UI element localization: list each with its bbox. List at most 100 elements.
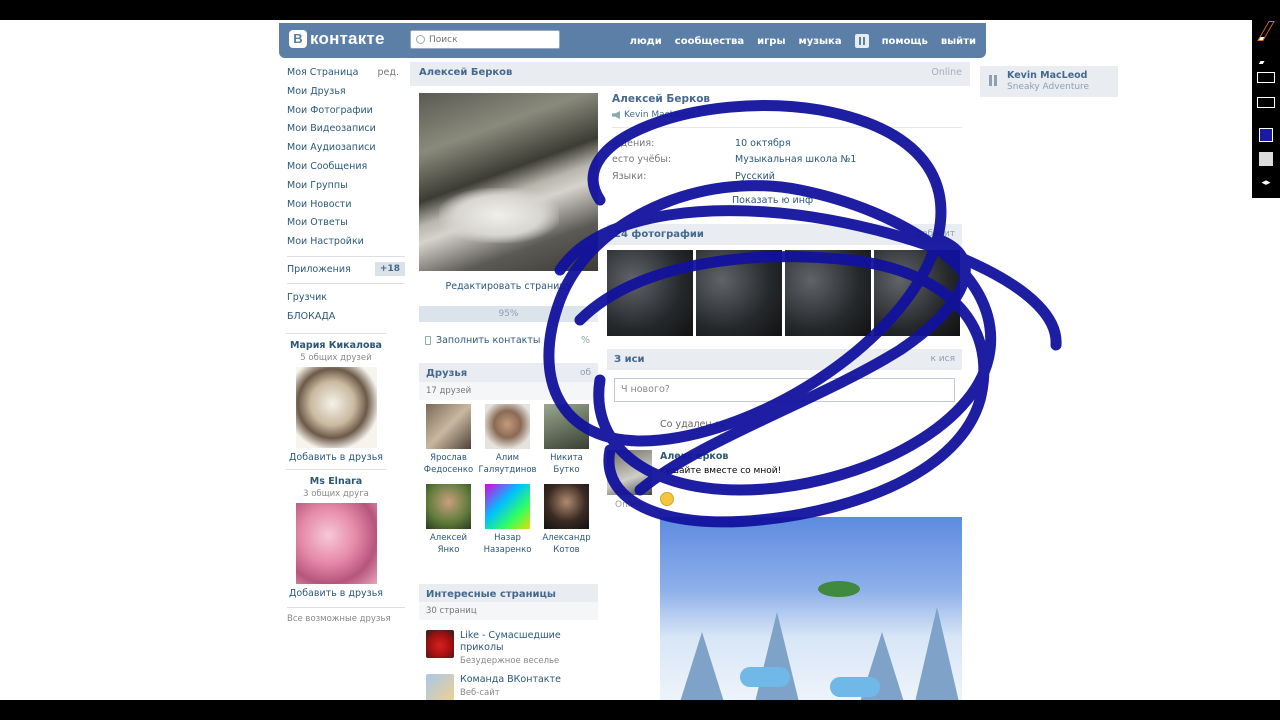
info-row-school: есто учёбы: Музыкальная школа №1 <box>612 154 856 165</box>
rectangle-icon[interactable] <box>1257 72 1275 83</box>
sidebar-item-audios[interactable]: Мои Аудиозаписи <box>287 139 405 158</box>
friends-block-header[interactable]: Друзья об <box>419 363 598 383</box>
friend-item[interactable]: Александр Котов <box>537 484 596 556</box>
friend-item[interactable]: Алим Галяутдинов <box>478 404 537 476</box>
friend-last-name: Назаренко <box>483 545 532 555</box>
wall-block-header[interactable]: З иси к ися <box>607 349 962 370</box>
fill-contacts-link[interactable]: Заполнить контакты <box>425 335 540 346</box>
interest-item[interactable]: Like - Сумасшедшие приколы Безудержное в… <box>426 630 596 666</box>
interest-title: Like - Сумасшедшие приколы <box>460 630 561 653</box>
all-suggestions-link[interactable]: Все возможные друзья <box>287 606 405 624</box>
add-friend-button[interactable]: Добавить в друзья <box>286 588 386 599</box>
profile-photo[interactable] <box>419 93 598 271</box>
vk-team-icon <box>426 674 454 700</box>
wall-block-link[interactable]: к ися <box>930 354 955 364</box>
logo-text: контакте <box>310 29 385 48</box>
add-friend-button[interactable]: Добавить в друзья <box>286 452 386 463</box>
apps-badge: +18 <box>374 262 405 277</box>
friend-item[interactable]: Никита Бутко <box>537 404 596 476</box>
friends-count: 17 друзей <box>419 382 598 400</box>
nav-help[interactable]: помощь <box>882 36 928 47</box>
audio-artist: Kevin MacLeod <box>1007 70 1088 81</box>
phone-icon <box>425 336 431 345</box>
search-box[interactable] <box>410 30 560 49</box>
interests-block-title: Интересные страницы <box>426 589 556 600</box>
tree-shape <box>915 607 959 700</box>
status-text: Kevin MacLeod <box>624 110 692 120</box>
status-line[interactable]: Kevin MacLeod <box>612 110 691 120</box>
nav-communities[interactable]: сообщества <box>675 36 744 47</box>
suggestion-name[interactable]: Мария Кикалова <box>286 340 386 351</box>
photo-thumb[interactable] <box>874 250 960 336</box>
sidebar-item-app-gruzchik[interactable]: Грузчик <box>287 289 405 308</box>
suggestion-photo[interactable] <box>295 502 377 584</box>
nav-people[interactable]: люди <box>630 36 662 47</box>
friends-block-link[interactable]: об <box>580 368 591 378</box>
photo-thumb[interactable] <box>607 250 693 336</box>
interest-title: Команда ВКонтакте <box>460 674 561 685</box>
marker-icon[interactable] <box>1258 46 1274 64</box>
pencil-icon[interactable] <box>1255 21 1277 41</box>
info-row-birthday: ждения: 10 октября <box>612 138 791 149</box>
suggestion-mutual: 5 общих друзей <box>300 352 372 363</box>
friend-first-name: Назар <box>494 533 521 543</box>
friend-suggestion: Ms Elnara 3 общих друга Добавить в друзь… <box>286 468 386 599</box>
friend-last-name: Бутко <box>553 465 580 475</box>
info-value[interactable]: 10 октября <box>735 138 791 149</box>
friend-last-name: Котов <box>553 545 580 555</box>
sidebar-item-photos[interactable]: Мои Фотографии <box>287 102 405 121</box>
progress-label: 95% <box>498 309 519 319</box>
wall-post-input[interactable]: Ч нового? <box>614 378 955 402</box>
vk-logo[interactable]: B контакте <box>289 29 385 49</box>
nav-games[interactable]: игры <box>757 36 785 47</box>
interest-item[interactable]: Команда ВКонтакте Веб-сайт <box>426 674 596 700</box>
ice-rock <box>830 677 880 697</box>
show-full-info-link[interactable]: Показать ю инф <box>732 195 813 206</box>
friend-avatar <box>544 404 589 449</box>
post-game-image[interactable] <box>660 517 962 700</box>
sidebar-item-settings[interactable]: Мои Настройки <box>287 233 405 252</box>
audio-player[interactable]: Kevin MacLeod Sneaky Adventure <box>980 66 1118 97</box>
info-value[interactable]: Музыкальная школа №1 <box>735 154 856 165</box>
friend-item[interactable]: Алексей Янко <box>419 484 478 556</box>
color-blue-swatch[interactable] <box>1259 128 1273 142</box>
sidebar-item-answers[interactable]: Мои Ответы <box>287 214 405 233</box>
photo-thumb[interactable] <box>785 250 871 336</box>
suggestion-photo[interactable] <box>295 366 377 448</box>
suggestion-name[interactable]: Ms Elnara <box>286 476 386 487</box>
friend-last-name: Янко <box>437 545 460 555</box>
edit-link[interactable]: ред. <box>378 64 399 83</box>
friend-first-name: Ярослав <box>430 453 467 463</box>
sidebar-item-app-blokada[interactable]: БЛОКАДА <box>287 308 405 327</box>
interests-block-header[interactable]: Интересные страницы <box>419 584 598 604</box>
friend-item[interactable]: Ярослав Федосенко <box>419 404 478 476</box>
sidebar-item-groups[interactable]: Мои Группы <box>287 177 405 196</box>
cat-image <box>439 188 559 243</box>
photos-block-title: 24 фотографии <box>614 229 704 240</box>
sidebar-item-videos[interactable]: Мои Видеозаписи <box>287 120 405 139</box>
tree-shape <box>680 632 724 700</box>
eraser-icon[interactable] <box>1257 97 1275 108</box>
nav-music[interactable]: музыка <box>799 36 842 47</box>
pause-icon[interactable] <box>988 75 998 86</box>
edit-page-button[interactable]: Редактировать страницу <box>419 276 598 298</box>
info-row-languages: Языки: Русский <box>612 171 775 182</box>
sidebar-item-friends[interactable]: Мои Друзья <box>287 83 405 102</box>
search-input[interactable] <box>429 34 549 45</box>
friend-item[interactable]: Назар Назаренко <box>478 484 537 556</box>
photos-add-link[interactable]: добавит <box>916 229 955 239</box>
post-author[interactable]: Алекс ерков <box>660 451 728 462</box>
friend-first-name: Александр <box>542 533 591 543</box>
photos-block-header[interactable]: 24 фотографии добавит <box>607 224 962 245</box>
pause-icon[interactable] <box>854 34 869 48</box>
info-value[interactable]: Русский <box>735 171 775 182</box>
sidebar-item-messages[interactable]: Мои Сообщения <box>287 158 405 177</box>
photo-thumb[interactable] <box>696 250 782 336</box>
nav-logout[interactable]: выйти <box>941 36 976 47</box>
sidebar-item-news[interactable]: Мои Новости <box>287 196 405 215</box>
post-author-avatar[interactable] <box>607 450 652 495</box>
friends-block-title: Друзья <box>426 368 468 379</box>
arrows-icon[interactable]: ◂▸ <box>1257 178 1275 196</box>
color-white-swatch[interactable] <box>1259 152 1273 166</box>
sidebar-item-apps[interactable]: Приложения +18 <box>287 255 405 278</box>
